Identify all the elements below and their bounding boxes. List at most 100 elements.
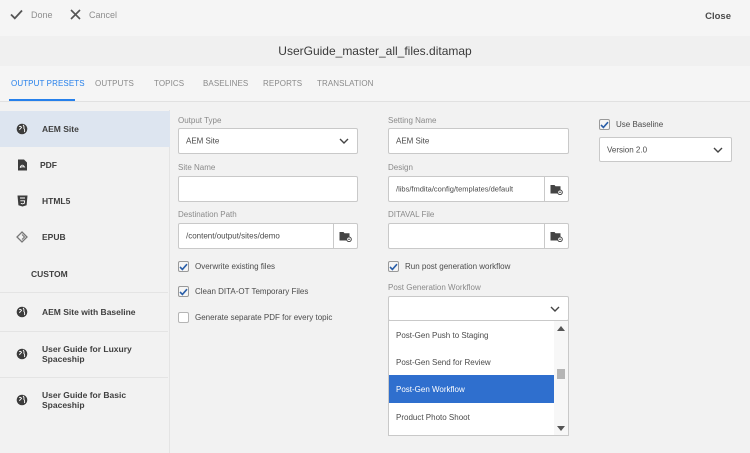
- run-post-workflow-label: Run post generation workflow: [405, 262, 511, 271]
- option-product-photo-shoot[interactable]: Product Photo Shoot: [389, 403, 555, 431]
- tab-bar: OUTPUT PRESETS OUTPUTS TOPICS BASELINES …: [0, 66, 750, 102]
- sidebar-item-label: EPUB: [42, 232, 66, 242]
- option-post-gen-workflow[interactable]: Post-Gen Workflow: [389, 375, 555, 403]
- close-icon: [70, 9, 81, 20]
- browse-folder-button[interactable]: [333, 224, 357, 248]
- tab-outputs[interactable]: OUTPUTS: [95, 79, 134, 88]
- scroll-up-arrow-icon[interactable]: [557, 326, 565, 331]
- use-baseline-label: Use Baseline: [616, 120, 664, 129]
- site-name-input[interactable]: [178, 176, 358, 202]
- folder-settings-icon: [339, 231, 352, 242]
- checkbox-box: [178, 286, 189, 297]
- design-input[interactable]: /libs/fmdita/config/templates/default: [388, 176, 569, 202]
- tab-baselines[interactable]: BASELINES: [203, 79, 248, 88]
- sidebar-item-aem-site[interactable]: AEM Site: [0, 111, 170, 147]
- ditaval-input[interactable]: [388, 223, 569, 249]
- globe-icon: [16, 348, 28, 360]
- sidebar-item-custom[interactable]: CUSTOM: [0, 257, 170, 291]
- separate-pdf-checkbox[interactable]: Generate separate PDF for every topic: [178, 312, 332, 323]
- use-baseline-checkbox[interactable]: Use Baseline: [599, 119, 663, 130]
- tab-topics[interactable]: TOPICS: [154, 79, 184, 88]
- close-button[interactable]: Close: [705, 11, 731, 22]
- sidebar-item-user-guide-basic[interactable]: User Guide for Basic Spaceship: [0, 378, 170, 422]
- checkmark-icon: [389, 263, 398, 271]
- done-button[interactable]: Done: [10, 9, 53, 20]
- scrollbar-thumb[interactable]: [557, 369, 565, 379]
- cancel-label: Cancel: [89, 9, 118, 20]
- sidebar-item-label: HTML5: [42, 196, 71, 206]
- setting-name-value: AEM Site: [396, 136, 430, 146]
- pdf-icon: [16, 159, 28, 171]
- site-name-label: Site Name: [178, 163, 216, 172]
- globe-icon: [16, 306, 28, 318]
- globe-icon: [16, 394, 28, 406]
- checkmark-icon: [10, 9, 23, 20]
- separate-pdf-label: Generate separate PDF for every topic: [195, 313, 333, 322]
- sidebar-item-html5[interactable]: HTML5: [0, 184, 170, 218]
- run-post-workflow-checkbox[interactable]: Run post generation workflow: [388, 261, 510, 272]
- sidebar-item-label: AEM Site: [42, 124, 79, 134]
- post-workflow-label: Post Generation Workflow: [388, 283, 481, 292]
- done-label: Done: [31, 9, 53, 20]
- post-workflow-options: Post-Gen Push to Staging Post-Gen Send f…: [388, 320, 569, 436]
- clean-temp-label: Clean DITA-OT Temporary Files: [195, 287, 309, 296]
- options-scrollbar[interactable]: [554, 321, 568, 435]
- sidebar-item-epub[interactable]: EPUB: [0, 220, 170, 254]
- baseline-version-value: Version 2.0: [607, 145, 648, 154]
- cancel-button[interactable]: Cancel: [70, 9, 117, 20]
- destination-path-input[interactable]: /content/output/sites/demo: [178, 223, 358, 249]
- sidebar-item-label: User Guide for Basic Spaceship: [42, 390, 127, 410]
- checkbox-box: [178, 312, 189, 323]
- option-post-gen-send-for-review[interactable]: Post-Gen Send for Review: [389, 348, 555, 376]
- checkmark-icon: [179, 263, 188, 271]
- checkbox-box: [178, 261, 189, 272]
- destination-path-label: Destination Path: [178, 210, 237, 219]
- sidebar-item-label: PDF: [40, 160, 57, 170]
- preset-sidebar: AEM Site PDF HTML5 EPUB CUSTOM AEM Site …: [0, 110, 170, 453]
- epub-icon: [16, 231, 28, 243]
- browse-ditaval-button[interactable]: [544, 224, 568, 248]
- page-title: UserGuide_master_all_files.ditamap: [278, 44, 472, 58]
- clean-temp-checkbox[interactable]: Clean DITA-OT Temporary Files: [178, 286, 308, 297]
- browse-design-button[interactable]: [544, 177, 568, 201]
- active-tab-indicator: [9, 99, 75, 101]
- html5-icon: [16, 195, 28, 207]
- sidebar-item-user-guide-luxury[interactable]: User Guide for Luxury Spaceship: [0, 332, 170, 376]
- sidebar-item-label: AEM Site with Baseline: [42, 307, 136, 317]
- design-label: Design: [388, 163, 413, 172]
- tab-translation[interactable]: TRANSLATION: [317, 79, 374, 88]
- output-type-value: AEM Site: [186, 136, 220, 146]
- post-workflow-select[interactable]: [388, 296, 569, 321]
- overwrite-checkbox[interactable]: Overwrite existing files: [178, 261, 275, 272]
- checkmark-icon: [179, 288, 188, 296]
- globe-icon: [16, 123, 28, 135]
- design-value: /libs/fmdita/config/templates/default: [396, 184, 514, 194]
- overwrite-label: Overwrite existing files: [195, 262, 276, 271]
- setting-name-input[interactable]: AEM Site: [388, 128, 569, 154]
- tab-reports[interactable]: REPORTS: [263, 79, 302, 88]
- chevron-down-icon: [550, 306, 560, 312]
- output-type-select[interactable]: AEM Site: [178, 128, 358, 154]
- output-type-label: Output Type: [178, 116, 222, 125]
- sidebar-item-pdf[interactable]: PDF: [0, 148, 170, 182]
- checkmark-icon: [600, 121, 609, 129]
- chevron-down-icon: [339, 138, 349, 144]
- scroll-down-arrow-icon[interactable]: [557, 426, 565, 431]
- folder-settings-icon: [550, 231, 563, 242]
- setting-name-label: Setting Name: [388, 116, 437, 125]
- top-toolbar: Done Cancel Close: [0, 0, 750, 36]
- option-post-gen-push-to-staging[interactable]: Post-Gen Push to Staging: [389, 321, 555, 349]
- baseline-version-select[interactable]: Version 2.0: [599, 137, 732, 162]
- folder-settings-icon: [550, 184, 563, 195]
- sidebar-item-label: CUSTOM: [31, 269, 68, 279]
- title-bar: UserGuide_master_all_files.ditamap: [0, 36, 750, 66]
- chevron-down-icon: [713, 147, 723, 153]
- tab-output-presets[interactable]: OUTPUT PRESETS: [11, 79, 85, 88]
- sidebar-item-aem-site-with-baseline[interactable]: AEM Site with Baseline: [0, 294, 170, 330]
- divider: [0, 292, 168, 293]
- checkbox-box: [599, 119, 610, 130]
- checkbox-box: [388, 261, 399, 272]
- ditaval-label: DITAVAL File: [388, 210, 435, 219]
- destination-path-value: /content/output/sites/demo: [186, 231, 280, 241]
- sidebar-item-label: User Guide for Luxury Spaceship: [42, 344, 132, 364]
